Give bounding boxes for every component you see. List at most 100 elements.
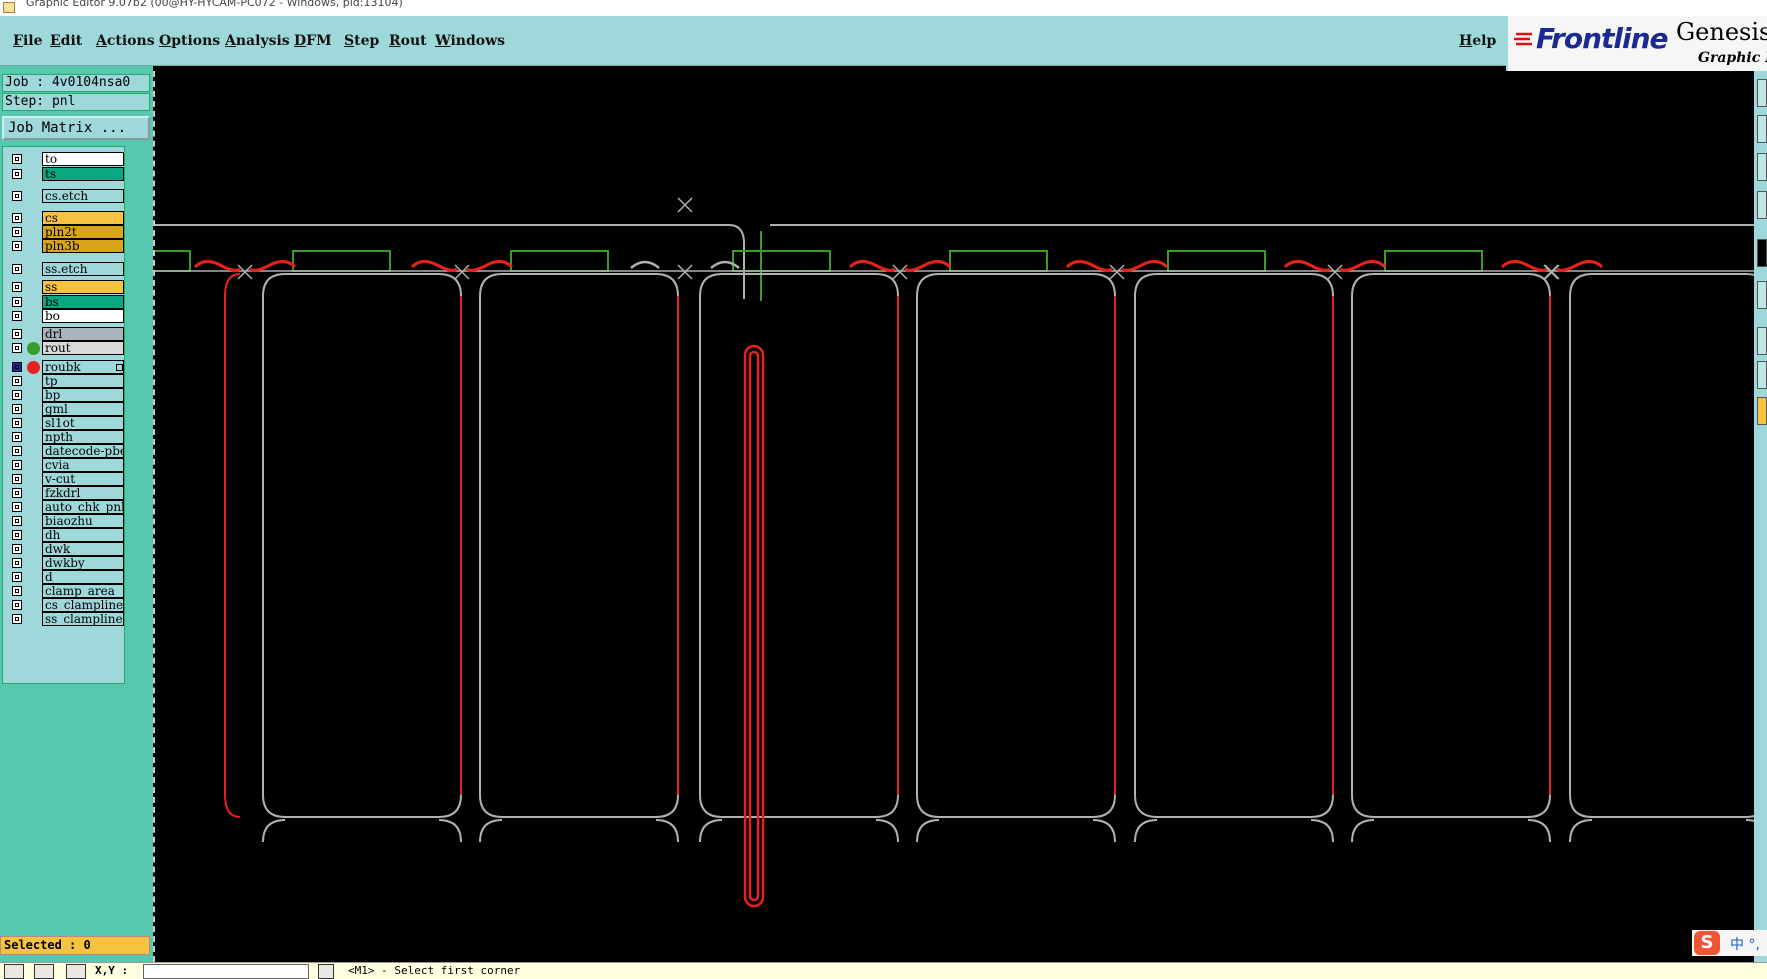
layer-row[interactable]: ss <box>5 280 125 295</box>
layer-row[interactable]: rout <box>5 341 125 356</box>
menu-options[interactable]: Options <box>159 33 220 49</box>
layer-name[interactable]: pln3b <box>42 239 124 253</box>
layer-checkbox[interactable] <box>12 572 22 582</box>
layer-checkbox[interactable] <box>12 600 22 610</box>
layer-name[interactable]: ss_clamplines <box>42 612 124 626</box>
layer-row[interactable]: gml <box>5 402 125 417</box>
layer-row[interactable]: roubk <box>5 360 125 375</box>
layer-checkbox[interactable] <box>12 169 22 179</box>
layer-row[interactable]: to <box>5 152 125 167</box>
menu-file[interactable]: File <box>13 33 43 49</box>
layer-checkbox[interactable] <box>12 343 22 353</box>
layer-checkbox[interactable] <box>12 282 22 292</box>
layer-row[interactable]: d <box>5 570 125 585</box>
layer-checkbox[interactable] <box>12 614 22 624</box>
layer-checkbox[interactable] <box>12 460 22 470</box>
layer-name[interactable]: biaozhu <box>42 514 124 528</box>
layer-checkbox[interactable] <box>12 516 22 526</box>
xy-apply-icon[interactable] <box>318 964 334 979</box>
layer-row[interactable]: cs <box>5 211 125 226</box>
layer-row[interactable]: sl1ot <box>5 416 125 431</box>
layer-checkbox[interactable] <box>12 474 22 484</box>
layer-row[interactable]: fzkdrl <box>5 486 125 501</box>
layer-checkbox[interactable] <box>12 530 22 540</box>
layer-checkbox[interactable] <box>12 362 22 372</box>
layer-checkbox[interactable] <box>12 558 22 568</box>
layer-checkbox[interactable] <box>12 418 22 428</box>
layer-checkbox[interactable] <box>12 404 22 414</box>
layer-row[interactable]: biaozhu <box>5 514 125 529</box>
tool-button-3[interactable] <box>1757 153 1767 181</box>
layer-name[interactable]: rout <box>42 341 124 355</box>
layer-row[interactable]: drl <box>5 327 125 342</box>
menu-actions[interactable]: Actions <box>96 33 155 49</box>
layer-checkbox[interactable] <box>12 329 22 339</box>
grid-tool-icon[interactable] <box>66 964 86 979</box>
layer-name[interactable]: ts <box>42 167 124 181</box>
layer-name[interactable]: auto_chk_pnl <box>42 500 124 514</box>
layer-name[interactable]: dh <box>42 528 124 542</box>
job-matrix-button[interactable]: Job Matrix ... <box>2 116 150 140</box>
layer-checkbox[interactable] <box>12 376 22 386</box>
layer-row[interactable]: v-cut <box>5 472 125 487</box>
tool-button-9[interactable] <box>1757 397 1767 425</box>
layer-name[interactable]: cs <box>42 211 124 225</box>
layer-checkbox[interactable] <box>12 297 22 307</box>
layer-name[interactable]: pln2t <box>42 225 124 239</box>
graphic-canvas[interactable] <box>149 71 1767 962</box>
tool-button-4[interactable] <box>1757 191 1767 219</box>
layer-row[interactable]: ss_clamplines <box>5 612 125 627</box>
menu-windows[interactable]: Windows <box>435 33 505 49</box>
xy-input[interactable] <box>143 964 309 979</box>
layer-name[interactable]: tp <box>42 374 124 388</box>
layer-name[interactable]: ss.etch <box>42 262 124 276</box>
layer-row[interactable]: bs <box>5 295 125 310</box>
layer-name[interactable]: bp <box>42 388 124 402</box>
layer-name[interactable]: dwk <box>42 542 124 556</box>
layer-name[interactable]: npth <box>42 430 124 444</box>
layer-checkbox[interactable] <box>12 311 22 321</box>
layer-checkbox[interactable] <box>12 586 22 596</box>
layer-row[interactable]: npth <box>5 430 125 445</box>
layer-row[interactable]: cs.etch <box>5 189 125 204</box>
layer-name[interactable]: bs <box>42 295 124 309</box>
layer-row[interactable]: cs_clamplines <box>5 598 125 613</box>
layer-name[interactable]: gml <box>42 402 124 416</box>
layer-checkbox[interactable] <box>12 213 22 223</box>
layer-checkbox[interactable] <box>12 154 22 164</box>
layer-name[interactable]: cs.etch <box>42 189 124 203</box>
layer-row[interactable]: tp <box>5 374 125 389</box>
layer-name[interactable]: bo <box>42 309 124 323</box>
layer-name[interactable]: d <box>42 570 124 584</box>
layer-checkbox[interactable] <box>12 241 22 251</box>
layer-row[interactable]: datecode-pbe <box>5 444 125 459</box>
layer-name[interactable]: drl <box>42 327 124 341</box>
layer-row[interactable]: dh <box>5 528 125 543</box>
layer-name[interactable]: clamp_area <box>42 584 124 598</box>
layer-name[interactable]: dwkby <box>42 556 124 570</box>
layer-row[interactable]: bp <box>5 388 125 403</box>
layer-name[interactable]: ss <box>42 280 124 294</box>
layer-name[interactable]: cs_clamplines <box>42 598 124 612</box>
layer-name[interactable]: cvia <box>42 458 124 472</box>
layer-checkbox[interactable] <box>12 227 22 237</box>
tool-button-6[interactable] <box>1757 281 1767 309</box>
check-tool-icon[interactable] <box>34 964 54 979</box>
layer-checkbox[interactable] <box>12 264 22 274</box>
tool-button-1[interactable] <box>1757 79 1767 107</box>
layer-name[interactable]: v-cut <box>42 472 124 486</box>
tool-button-5[interactable] <box>1757 239 1767 267</box>
layer-row[interactable]: ss.etch <box>5 262 125 277</box>
layer-checkbox[interactable] <box>12 544 22 554</box>
menu-help[interactable]: Help <box>1459 33 1496 49</box>
menu-step[interactable]: Step <box>344 33 379 49</box>
menu-rout[interactable]: Rout <box>389 33 427 49</box>
menu-dfm[interactable]: DFM <box>294 33 332 49</box>
layer-row[interactable]: pln3b <box>5 239 125 254</box>
layer-name[interactable]: datecode-pbe <box>42 444 124 458</box>
layer-row[interactable]: cvia <box>5 458 125 473</box>
menu-edit[interactable]: Edit <box>50 33 82 49</box>
layer-checkbox[interactable] <box>12 390 22 400</box>
layer-checkbox[interactable] <box>12 446 22 456</box>
layer-name[interactable]: to <box>42 152 124 166</box>
